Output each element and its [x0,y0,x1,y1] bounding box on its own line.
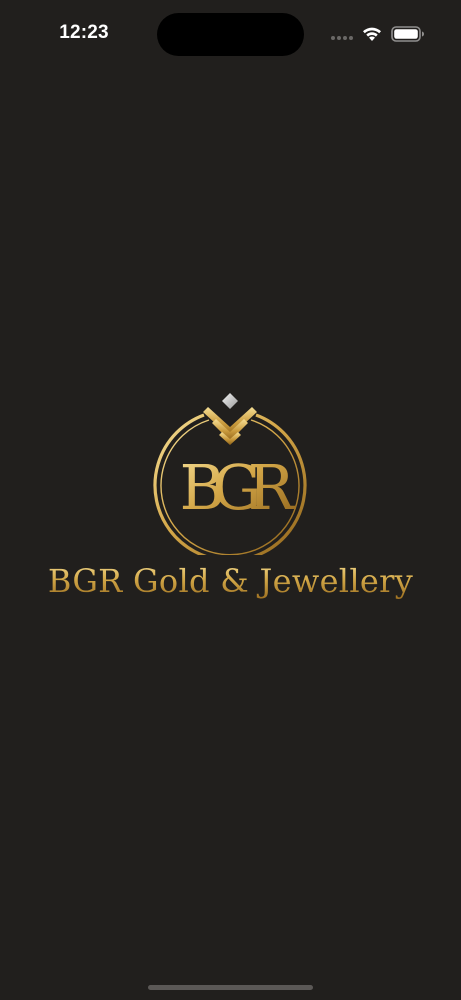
dynamic-island [157,13,304,56]
logo-monogram-text: BGR [180,451,297,524]
home-indicator[interactable] [148,985,313,990]
cellular-signal-icon [331,36,355,42]
battery-icon [391,26,424,42]
splash-logo-area: BGR BGR Gold & Jewellery [0,380,461,620]
brand-logo: BGR [153,393,310,555]
brand-name: BGR Gold & Jewellery [0,562,461,600]
splash-screen: 12:23 BGR BGR Gold & Jewellery [0,0,461,1000]
status-time: 12:23 [59,22,109,43]
wifi-icon [363,27,381,41]
status-bar: 12:23 [0,0,461,70]
